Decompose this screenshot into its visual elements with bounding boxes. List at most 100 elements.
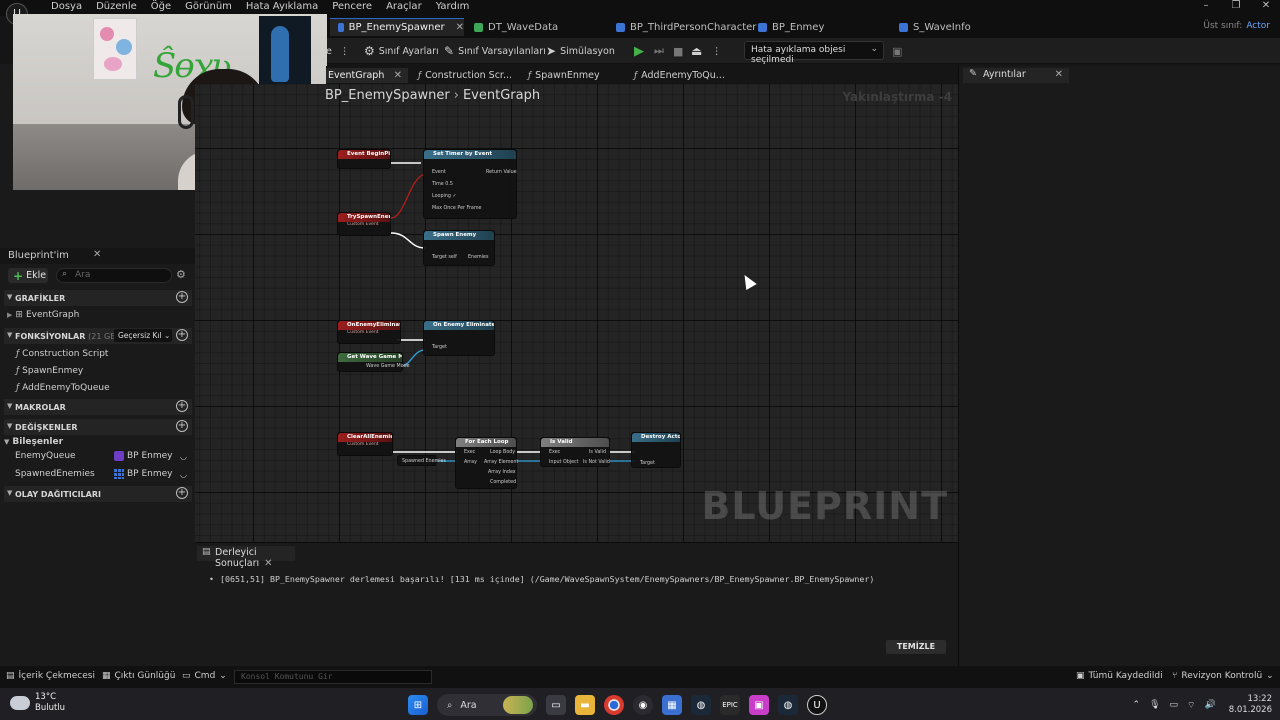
function-item-addenemytoqueue[interactable]: ƒ AddEnemyToQueue [16,383,110,393]
simulation-button[interactable]: ➤ Simülasyon [546,43,615,59]
add-graph-icon[interactable]: + [176,291,188,303]
function-item-spawnenmey[interactable]: ƒ SpawnEnmey [16,366,83,376]
step-button[interactable]: ⏭ [654,43,664,59]
more-options-icon[interactable]: ⋮ [340,43,350,59]
settings-gear-icon[interactable]: ⚙ [176,268,186,281]
clear-button[interactable]: TEMİZLE [886,640,946,654]
debug-object-select[interactable]: Hata ayıklama objesi seçilmedi ⌄ [744,41,884,65]
steam-icon[interactable]: ◍ [691,695,711,715]
section-functions[interactable]: ▼ FONKSİYONLAR (21 GEÇERS Geçersiz Kıl ⌄… [4,328,192,344]
section-variables[interactable]: ▼ DEĞİŞKENLER + [4,419,192,435]
variable-type-spawnedenemies[interactable]: BP Enmey [114,469,172,479]
cmd-dropdown[interactable]: ▭ Cmd ⌄ [182,671,227,681]
microphone-icon[interactable]: 🎙 [1149,700,1160,710]
close-tab-icon[interactable]: ✕ [394,70,402,81]
node-is-valid[interactable]: Is Valid Exec Input Object Is Valid Is N… [540,437,610,467]
add-dispatcher-icon[interactable]: + [176,487,188,499]
close-tab-icon[interactable]: ✕ [1055,69,1063,80]
more-play-options-icon[interactable]: ⋮ [712,43,722,59]
wifi-icon[interactable]: ⌔ [1187,700,1195,711]
variable-item-spawnedenemies[interactable]: SpawnedEnemies [15,469,95,479]
weather-widget[interactable]: 13°C Bulutlu [10,692,65,714]
display-icon[interactable]: ▭ [1170,700,1179,710]
twitch-icon[interactable]: ▣ [749,695,769,715]
play-button[interactable]: ▶ [634,43,644,59]
file-explorer-icon[interactable]: ▬ [575,695,595,715]
volume-icon[interactable]: 🔊 [1205,700,1216,710]
steam-alt-icon[interactable]: ◍ [778,695,798,715]
chrome-icon[interactable] [604,695,624,715]
doc-tab-dt-wavedata[interactable]: DT_WaveData [474,18,558,36]
blueprint-search-input[interactable]: ⌕ Ara [56,268,172,283]
minimize-icon[interactable]: – [1198,0,1214,11]
node-event-onenemyeliminated[interactable]: OnEnemyEliminated Custom Event [337,320,401,344]
add-macro-icon[interactable]: + [176,400,188,412]
compiler-results-tab[interactable]: ▤ Derleyici Sonuçları ✕ [197,546,295,569]
close-tab-icon[interactable]: ✕ [456,22,464,33]
task-view-icon[interactable]: ▭ [546,695,566,715]
visibility-eye-icon[interactable]: ◡ [180,452,187,461]
variable-item-enemyqueue[interactable]: EnemyQueue [15,451,76,461]
graph-tab-eventgraph[interactable]: EventGraph ✕ [326,68,408,83]
graph-tab-spawnenmey[interactable]: ƒ SpawnEnmey [528,68,600,83]
node-get-spawned-enemies[interactable]: Spawned Enemies [397,455,446,466]
menu-edit[interactable]: Düzenle [89,1,144,12]
menu-asset[interactable]: Öğe [144,1,178,12]
graph-item-eventgraph[interactable]: ▶ ⊞ EventGraph [7,310,79,320]
add-function-icon[interactable]: + [176,329,188,341]
section-event-dispatchers[interactable]: ▼ OLAY DAĞITICILARI + [4,486,192,502]
add-button[interactable]: + Ekle [8,268,48,283]
node-call-onenemyeliminated[interactable]: On Enemy Eliminated Target [423,320,495,356]
graph-tab-addenemytoqueue[interactable]: ƒ AddEnemyToQu... [634,68,725,83]
override-dropdown[interactable]: Geçersiz Kıl ⌄ [114,329,172,342]
restore-icon[interactable]: ❐ [1228,0,1244,11]
doc-tab-bp-enemyspawner[interactable]: BP_EnemySpawner ✕ [330,18,464,36]
doc-tab-s-waveinfo[interactable]: S_WaveInfo [899,18,971,36]
menu-help[interactable]: Yardım [429,1,477,12]
stop-button[interactable]: ■ [673,43,683,59]
event-graph-canvas[interactable]: BP_EnemySpawner › EventGraph Yakınlaştırma… [195,84,958,542]
visibility-eye-icon[interactable]: ◡ [180,470,187,479]
variable-type-enemyqueue[interactable]: BP Enmey [114,451,172,461]
node-set-timer-by-event[interactable]: Set Timer by Event Event Time 0.5 Loopin… [423,149,517,219]
close-panel-icon[interactable]: ✕ [93,249,101,260]
store-icon[interactable]: ▦ [662,695,682,715]
components-category[interactable]: ▼ Bileşenler [4,437,63,447]
class-defaults-button[interactable]: ✎ Sınıf Varsayılanları [444,43,546,59]
menu-view[interactable]: Görünüm [178,1,239,12]
details-tab[interactable]: ✎ Ayrıntılar ✕ [963,68,1069,83]
doc-tab-bp-thirdperson[interactable]: BP_ThirdPersonCharacter [616,18,756,36]
github-icon[interactable]: ◉ [633,695,653,715]
parent-class-value[interactable]: Actor [1246,21,1270,31]
section-macros[interactable]: ▼ MAKROLAR + [4,399,192,415]
console-command-input[interactable]: Konsol Komutunu Gir [234,670,432,684]
windows-start-icon[interactable]: ⊞ [408,695,428,715]
taskbar-search[interactable]: ⌕ Ara [437,694,537,716]
find-debug-button[interactable]: ▣ [892,43,902,59]
node-spawn-enemy[interactable]: Spawn Enemy Target self Enemies [423,230,495,266]
node-custom-event-tryspawn[interactable]: TrySpawnEnemy Custom Event [337,212,391,236]
menu-tools[interactable]: Araçlar [379,1,429,12]
class-settings-button[interactable]: ⚙ Sınıf Ayarları [364,43,439,59]
unreal-engine-icon[interactable]: U [807,695,827,715]
node-event-beginplay[interactable]: Event BeginPlay [337,149,391,169]
menu-file[interactable]: Dosya [44,1,89,12]
graph-tab-construction-script[interactable]: ƒ Construction Scr... [418,68,512,83]
menu-window[interactable]: Pencere [325,1,379,12]
add-variable-icon[interactable]: + [176,420,188,432]
node-for-each-loop[interactable]: For Each Loop Exec Array Loop Body Array… [455,437,518,489]
revision-control-button[interactable]: ⑂ Revizyon Kontrolü ⌄ [1172,671,1274,681]
clock[interactable]: 13:22 8.01.2026 [1229,694,1272,716]
epic-games-icon[interactable]: EPIC [720,695,740,715]
chevron-up-icon[interactable]: ⌃ [1133,700,1141,710]
save-all-status[interactable]: ▣ Tümü Kaydedildi [1076,671,1163,681]
function-item-construction-script[interactable]: ƒ Construction Script [16,349,108,359]
eject-button[interactable]: ⏏ [691,43,702,59]
node-destroy-actor[interactable]: Destroy Actor Target [631,432,681,468]
doc-tab-bp-enmey[interactable]: BP_Enmey [758,18,824,36]
section-graphs[interactable]: ▼ GRAFİKLER + [4,290,192,306]
node-event-clearallenemies[interactable]: ClearAllEnemies Custom Event [337,432,393,456]
menu-debug[interactable]: Hata Ayıklama [239,1,325,12]
close-tab-icon[interactable]: ✕ [264,558,272,569]
node-get-wave-game-mode[interactable]: Get Wave Game Mode Wave Game Mode [337,352,410,372]
